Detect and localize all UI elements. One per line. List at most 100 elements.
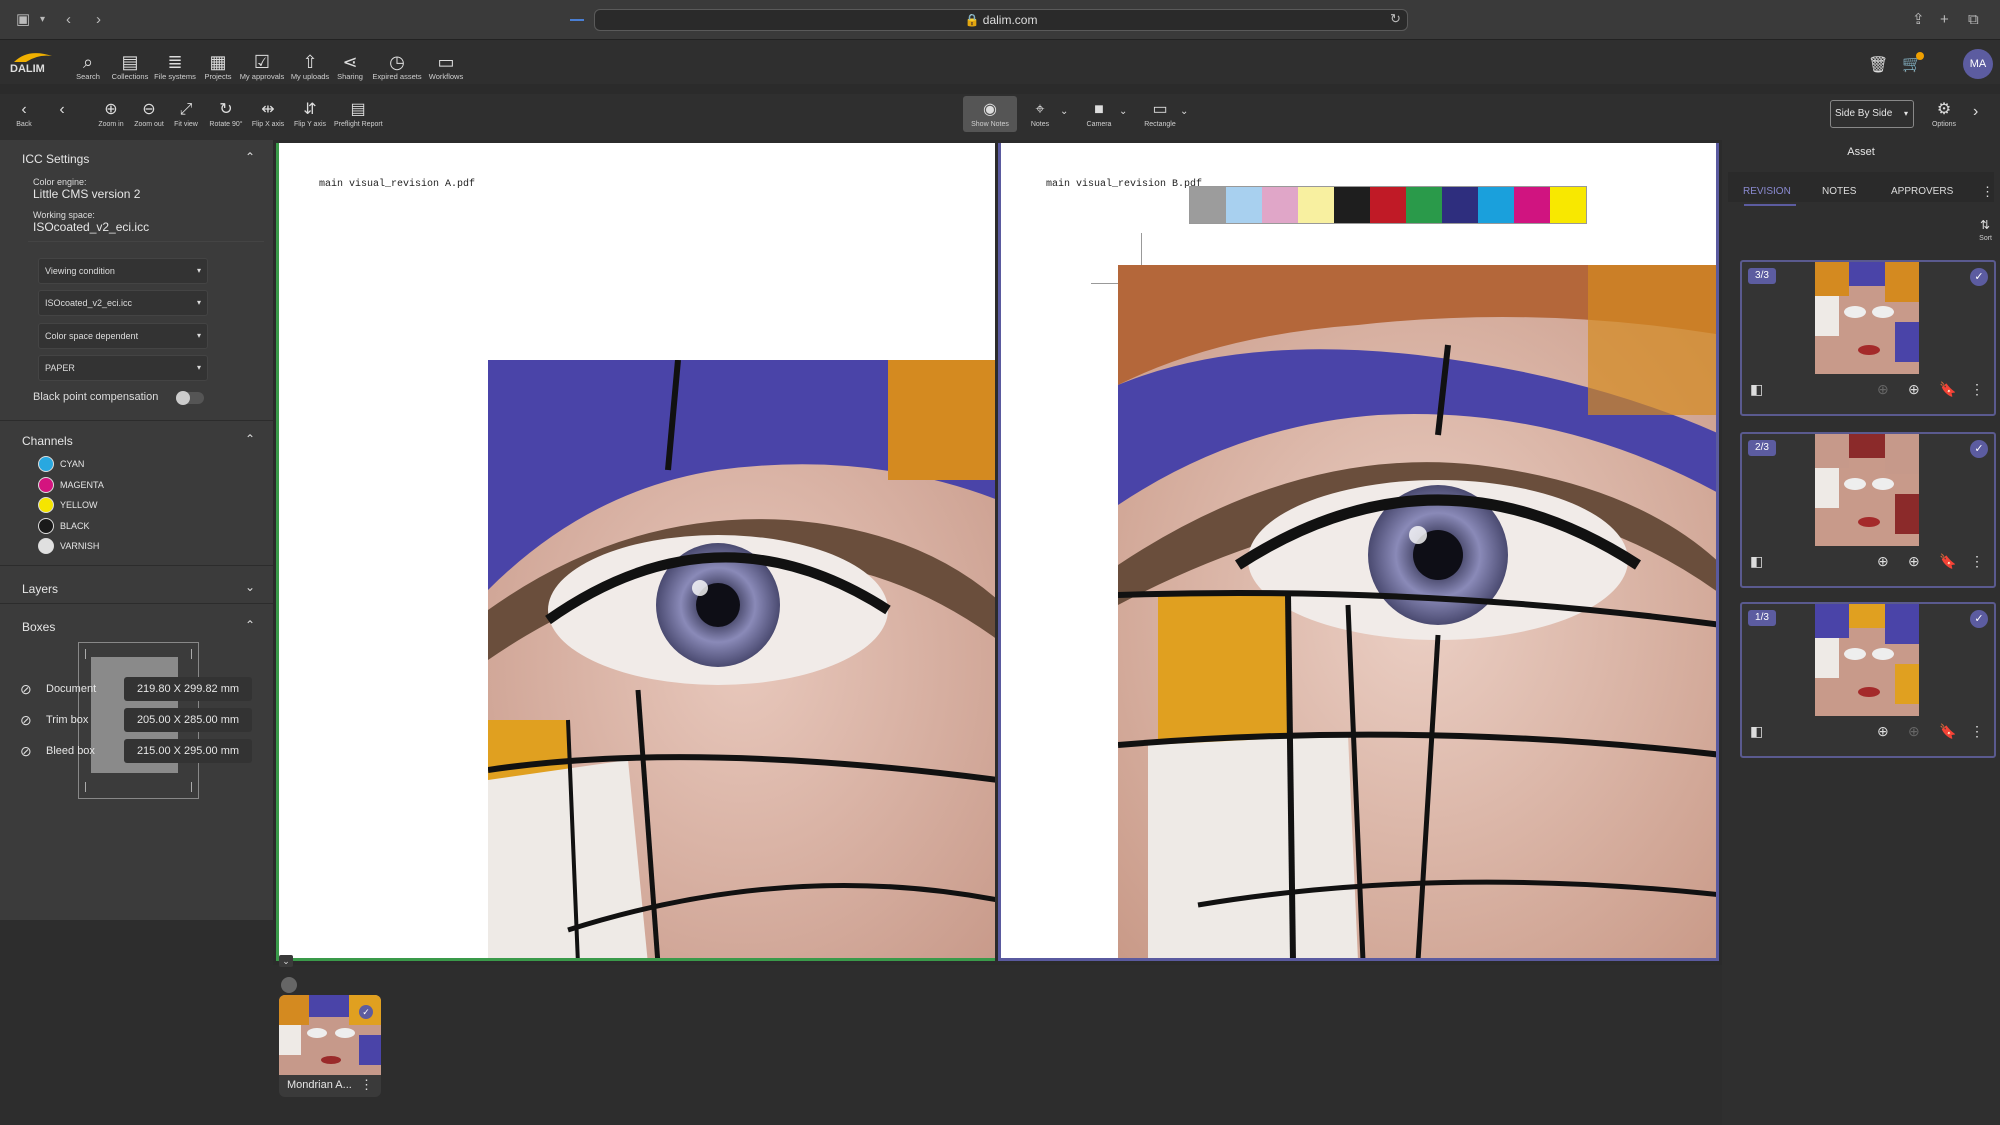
tab-notes[interactable]: NOTES: [1822, 186, 1856, 197]
trash-icon[interactable]: 🗑: [1868, 55, 1888, 75]
check-icon[interactable]: ✓: [1970, 440, 1988, 458]
check-icon[interactable]: ✓: [1970, 268, 1988, 286]
download-circle-icon[interactable]: ⊕: [1908, 553, 1920, 570]
loading-indicator: [570, 19, 584, 21]
chevron-down-icon[interactable]: ⌄: [245, 580, 255, 594]
sidebar-toggle-icon[interactable]: ▣: [16, 10, 30, 30]
working-space-value: ISOcoated_v2_eci.icc: [33, 220, 150, 234]
tool-label: Flip X axis: [251, 121, 285, 128]
more-icon[interactable]: ⋮: [360, 1077, 373, 1093]
chevron-right-icon[interactable]: ›: [1973, 103, 1978, 121]
tool-rectangle[interactable]: ▭ Rectangle: [1136, 100, 1184, 130]
bookmark-icon[interactable]: 🔖: [1939, 381, 1956, 398]
color-patch: [1262, 187, 1298, 223]
bookmark-icon[interactable]: 🔖: [1939, 553, 1956, 570]
revision-actions: ◧ ⊕ ⊕ 🔖 ⋮: [1742, 549, 1994, 579]
channel-name: MAGENTA: [60, 479, 104, 490]
left-panel-footer: [0, 920, 273, 1125]
nav-workflows[interactable]: ▭ Workflows: [418, 52, 474, 82]
cart-badge: [1916, 52, 1924, 60]
eye-off-icon[interactable]: ⊘: [20, 681, 32, 698]
address-bar[interactable]: 🔒 dalim.com: [594, 9, 1408, 31]
select-value: Color space dependent: [45, 331, 139, 341]
color-patch: [1406, 187, 1442, 223]
box-name: Bleed box: [46, 745, 95, 757]
chevron-down-icon[interactable]: ⌄: [1119, 106, 1127, 117]
new-tab-icon[interactable]: +: [1940, 10, 1949, 30]
tool-flip-x-axis[interactable]: ⇹ Flip X axis: [244, 100, 292, 130]
revision-card[interactable]: 3/3 ✓ ◧ ⊕ ⊕ 🔖 ⋮: [1740, 260, 1996, 416]
nav-expired-assets[interactable]: ◷ Expired assets: [369, 52, 425, 82]
more-icon[interactable]: ⋮: [1970, 553, 1984, 570]
tool-camera[interactable]: ■ Camera: [1075, 100, 1123, 130]
check-icon[interactable]: ✓: [1970, 610, 1988, 628]
collapse-button[interactable]: ‹: [38, 100, 86, 120]
bpc-label: Black point compensation: [33, 391, 159, 403]
upload-circle-icon[interactable]: ⊕: [1877, 381, 1889, 398]
more-icon[interactable]: ⋮: [1981, 184, 1994, 200]
tool-notes[interactable]: ⌖ Notes: [1016, 100, 1064, 130]
tab-approvers[interactable]: APPROVERS: [1891, 186, 1953, 197]
document-viewer[interactable]: main visual_revision A.pdf main visual_r…: [273, 140, 1722, 965]
chevron-up-icon[interactable]: ⌃: [245, 150, 255, 164]
page-revision-a[interactable]: main visual_revision A.pdf: [276, 143, 995, 961]
box-value: 205.00 X 285.00 mm: [124, 708, 252, 732]
reload-icon[interactable]: ↻: [1390, 11, 1401, 27]
sort-label: Sort: [1979, 235, 1992, 242]
report-icon: ▤: [350, 101, 366, 118]
icc-select-3[interactable]: PAPER ▾: [38, 355, 208, 381]
chevron-up-icon[interactable]: ⌃: [245, 618, 255, 632]
chevron-down-icon[interactable]: ⌄: [1060, 106, 1068, 117]
more-icon[interactable]: ⋮: [1970, 723, 1984, 740]
more-icon[interactable]: ⋮: [1970, 381, 1984, 398]
check-icon: ✓: [359, 1005, 373, 1019]
dalim-logo[interactable]: DALIM: [8, 48, 64, 76]
pin-icon: ⌖: [1035, 101, 1045, 118]
eye-off-icon[interactable]: ⊘: [20, 712, 32, 729]
box-value: 215.00 X 295.00 mm: [124, 739, 252, 763]
icc-select-2[interactable]: Color space dependent ▾: [38, 323, 208, 349]
chevron-down-icon[interactable]: ⌄: [279, 955, 293, 967]
upload-circle-icon[interactable]: ⊕: [1877, 553, 1889, 570]
revision-card[interactable]: 2/3 ✓ ◧ ⊕ ⊕ 🔖 ⋮: [1740, 432, 1996, 588]
revision-thumbnail: [1815, 262, 1919, 374]
chevron-down-icon[interactable]: ⌄: [1180, 106, 1188, 117]
chevron-down-icon: ▾: [196, 363, 201, 372]
user-avatar[interactable]: MA: [1963, 49, 1993, 79]
channel-swatch: [38, 476, 54, 493]
tab-revision[interactable]: REVISION: [1743, 186, 1791, 197]
options-button[interactable]: ⚙ Options: [1920, 100, 1968, 130]
tool-show-notes[interactable]: ◉ Show Notes: [963, 96, 1017, 132]
sort-icon[interactable]: ⇅: [1980, 218, 1990, 232]
back-arrow-icon[interactable]: ‹: [66, 10, 71, 30]
color-patch: [1442, 187, 1478, 223]
bookmark-icon[interactable]: 🔖: [1939, 723, 1956, 740]
film-item[interactable]: ✓ Mondrian A... ⋮: [279, 995, 381, 1097]
engine-label: Color engine:: [33, 177, 87, 187]
tool-label: Preflight Report: [334, 121, 383, 128]
nav-label: Workflows: [428, 72, 464, 81]
color-control-bar: [1189, 186, 1587, 224]
eye-off-icon[interactable]: ⊘: [20, 743, 32, 760]
tool-rotate-90-[interactable]: ↻ Rotate 90°: [202, 100, 250, 130]
revision-card[interactable]: 1/3 ✓ ◧ ⊕ ⊕ 🔖 ⋮: [1740, 602, 1996, 758]
chevron-down-icon[interactable]: ▾: [40, 10, 45, 30]
page-revision-b[interactable]: main visual_revision B.pdf: [998, 143, 1719, 961]
icc-select-0[interactable]: Viewing condition ▾: [38, 258, 208, 284]
view-mode-select[interactable]: Side By Side ▾: [1830, 100, 1914, 128]
share-icon[interactable]: ⇪: [1912, 10, 1925, 30]
compare-icon[interactable]: ◧: [1750, 723, 1763, 740]
chevron-up-icon[interactable]: ⌃: [245, 432, 255, 446]
tool-flip-y-axis[interactable]: ⇵ Flip Y axis: [286, 100, 334, 130]
tabs-overview-icon[interactable]: ⧉: [1968, 10, 1979, 30]
icc-select-1[interactable]: ISOcoated_v2_eci.icc ▾: [38, 290, 208, 316]
select-value: PAPER: [45, 363, 75, 373]
compare-icon[interactable]: ◧: [1750, 381, 1763, 398]
download-circle-icon[interactable]: ⊕: [1908, 381, 1920, 398]
forward-arrow-icon[interactable]: ›: [96, 10, 101, 30]
compare-icon[interactable]: ◧: [1750, 553, 1763, 570]
tool-preflight-report[interactable]: ▤ Preflight Report: [334, 100, 383, 130]
download-circle-icon[interactable]: ⊕: [1908, 723, 1920, 740]
upload-circle-icon[interactable]: ⊕: [1877, 723, 1889, 740]
bpc-toggle[interactable]: [176, 391, 204, 405]
